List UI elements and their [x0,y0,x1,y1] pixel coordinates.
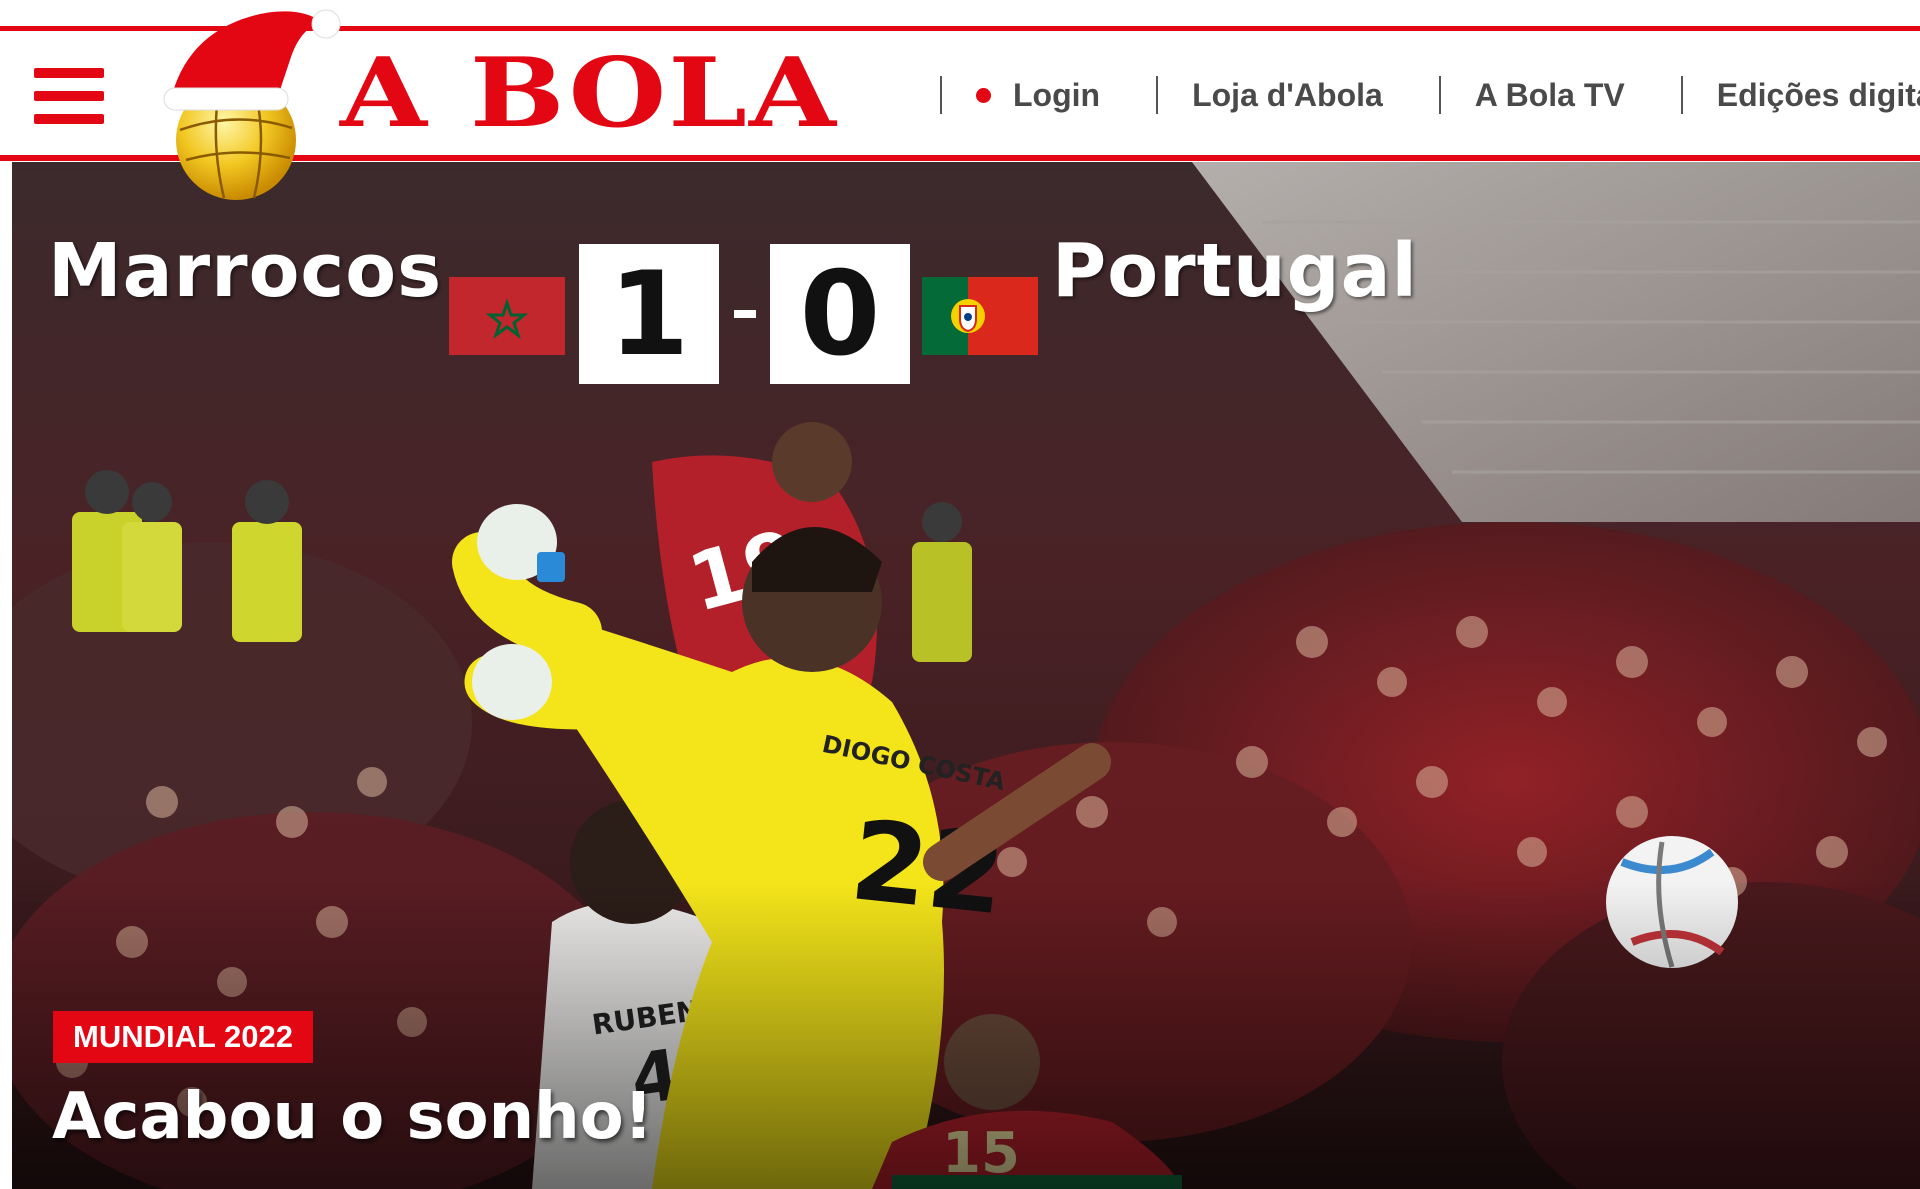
nav-divider [1438,76,1441,114]
logo-wordmark: A BOLA [340,37,838,149]
nav-loja-link[interactable]: Loja d'Abola [1192,77,1383,114]
nav-divider [940,76,942,114]
nav-abola-tv-label: A Bola TV [1474,76,1625,113]
portugal-flag-icon [922,277,1038,355]
home-score: 1 [579,244,719,384]
nav-abola-tv-link[interactable]: A Bola TV [1475,77,1625,114]
home-team-name: Marrocos [48,228,443,314]
category-tag[interactable]: MUNDIAL 2022 [53,1011,313,1063]
nav-edicoes-digitais-link[interactable]: Edições digita [1717,77,1920,114]
nav-divider [1680,76,1683,114]
away-team-name: Portugal [1052,228,1418,314]
hamburger-menu-icon[interactable] [34,68,104,124]
scoreboard: Marrocos 1 0 Portugal [12,162,1920,562]
football-santa-hat-icon [163,9,341,200]
article-headline[interactable]: Acabou o sonho! [52,1080,653,1154]
away-score: 0 [770,244,910,384]
hamburger-bar [34,68,104,78]
hero-article[interactable]: 19 RUBEN DIAS 4 22 DIOGO COSTA 15 M [12,162,1920,1189]
morocco-flag-icon [449,277,565,355]
site-logo[interactable]: A BOLA [150,0,890,205]
nav-divider [1156,76,1159,114]
score-separator [734,310,756,318]
nav-login-link[interactable]: Login [976,77,1100,114]
nav-edicoes-label: Edições digita [1716,76,1920,113]
top-nav: Login Loja d'Abola A Bola TV Edições dig… [940,72,1920,118]
hamburger-bar [34,91,104,101]
nav-loja-label: Loja d'Abola [1192,76,1383,113]
nav-login-label: Login [1013,76,1101,113]
hamburger-bar [34,114,104,124]
red-dot-icon [976,87,991,103]
